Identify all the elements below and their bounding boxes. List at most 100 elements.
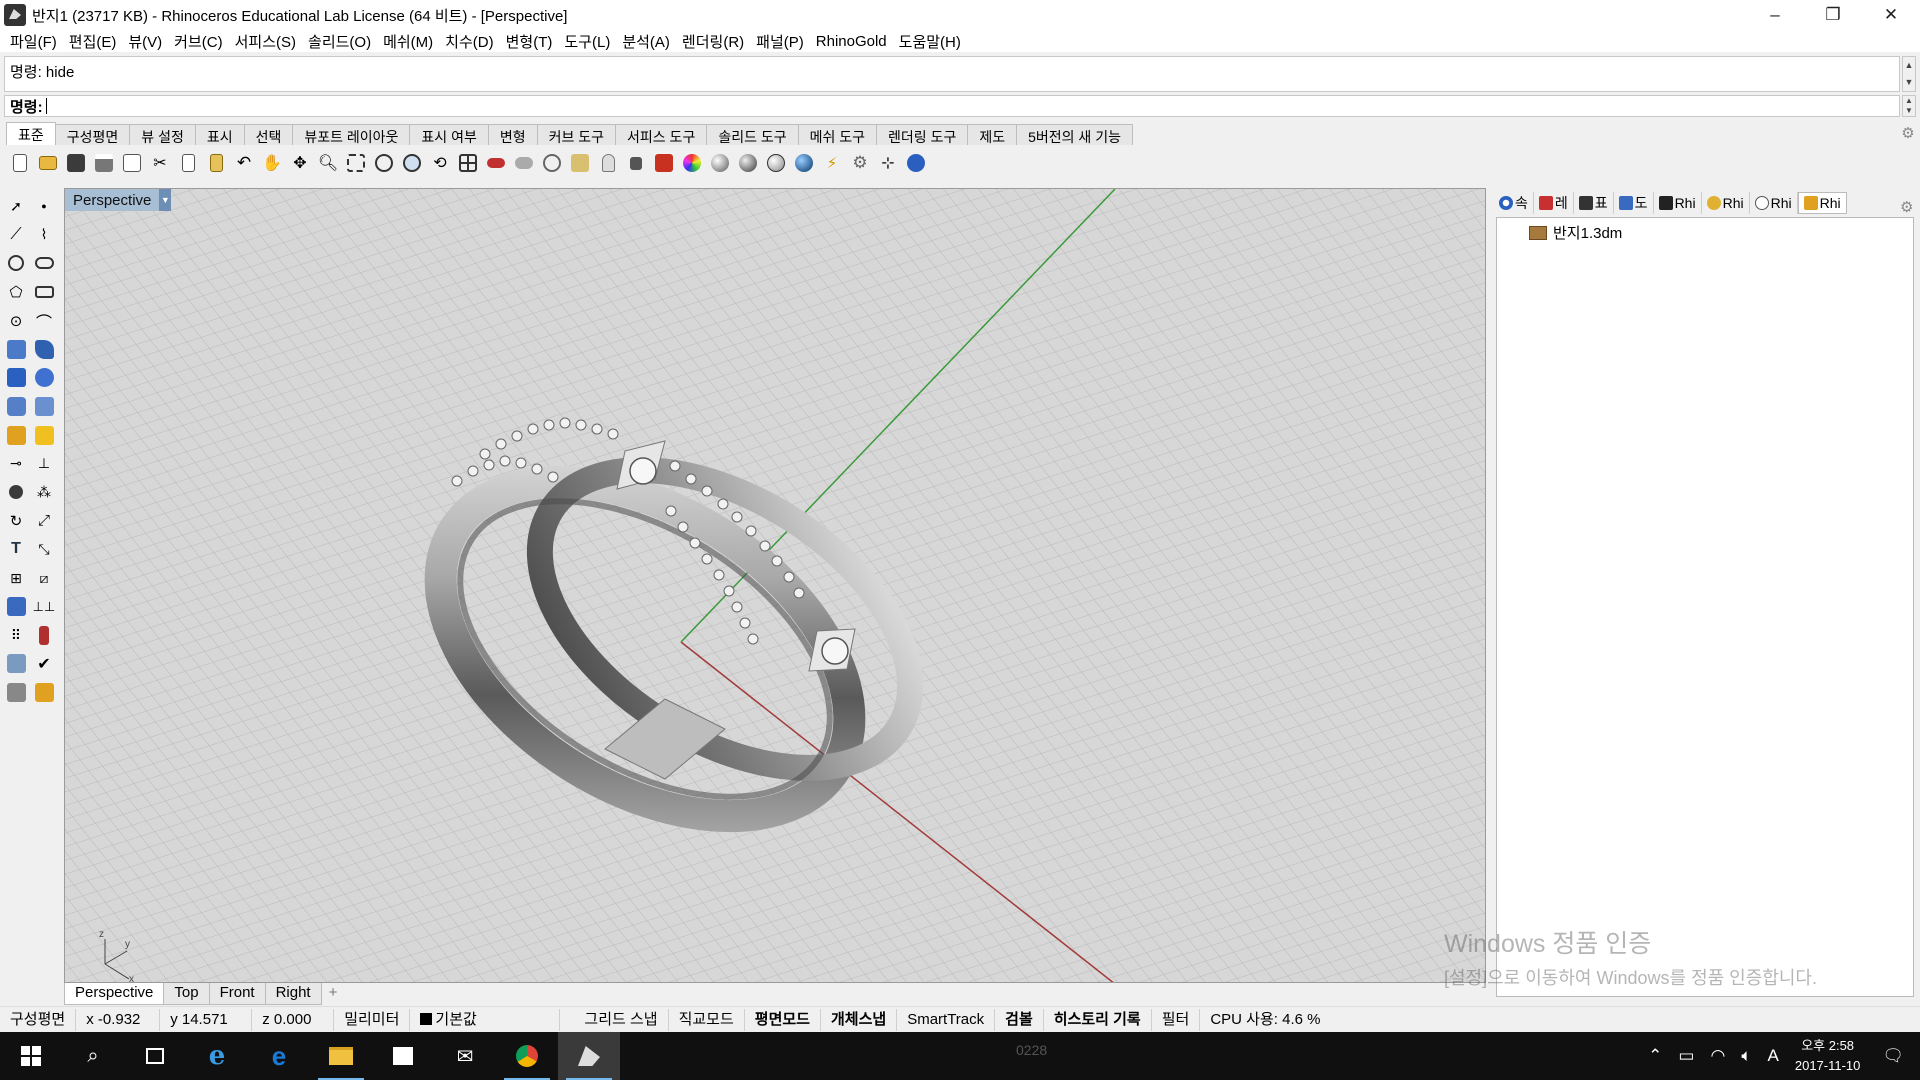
rendered-sphere-icon[interactable] xyxy=(734,150,762,176)
tab-drafting[interactable]: 제도 xyxy=(967,124,1018,145)
status-gumball[interactable]: 검볼 xyxy=(995,1008,1044,1031)
magic-wand-icon[interactable]: ⚡ xyxy=(818,150,846,176)
array-icon[interactable]: ⊞ xyxy=(2,565,30,591)
point-icon[interactable]: ● xyxy=(30,193,58,219)
menu-transform[interactable]: 변형(T) xyxy=(500,31,559,52)
volume-icon[interactable]: 🔈︎ xyxy=(1741,1046,1751,1066)
status-smarttrack[interactable]: SmartTrack xyxy=(897,1008,996,1031)
fillet-curve-icon[interactable]: ⌒ xyxy=(30,308,58,334)
status-history[interactable]: 히스토리 기록 xyxy=(1044,1008,1152,1031)
status-planar[interactable]: 평면모드 xyxy=(745,1008,821,1031)
tab-render-tools[interactable]: 렌더링 도구 xyxy=(876,124,969,145)
panel-tab-layers[interactable]: 레 xyxy=(1534,192,1574,214)
blue-sphere-icon[interactable] xyxy=(790,150,818,176)
status-filter[interactable]: 필터 xyxy=(1152,1008,1201,1031)
tab-select[interactable]: 선택 xyxy=(243,124,294,145)
rotate-icon[interactable]: ↻ xyxy=(2,508,30,534)
mesh-tools-icon[interactable] xyxy=(2,422,30,448)
save-icon[interactable] xyxy=(62,150,90,176)
tab-viewport-layout[interactable]: 뷰포트 레이아웃 xyxy=(292,124,411,145)
curve-edit-icon[interactable]: ⊙ xyxy=(2,308,30,334)
group-icon[interactable] xyxy=(2,479,30,505)
maximize-button[interactable]: ❐ xyxy=(1804,0,1862,30)
tab-solid-tools[interactable]: 솔리드 도구 xyxy=(706,124,799,145)
rectangle-icon[interactable] xyxy=(30,279,58,305)
render-icon[interactable] xyxy=(2,679,30,705)
menu-render[interactable]: 렌더링(R) xyxy=(676,31,750,52)
status-units[interactable]: 밀리미터 xyxy=(334,1008,411,1031)
zoom-extents-icon[interactable] xyxy=(370,150,398,176)
minimize-button[interactable]: – xyxy=(1746,0,1804,30)
panel-tab-rhinogold-3[interactable]: Rhi xyxy=(1750,192,1798,214)
input-method-indicator[interactable]: A xyxy=(1768,1046,1779,1066)
status-ortho[interactable]: 직교모드 xyxy=(669,1008,745,1031)
import-icon[interactable] xyxy=(118,150,146,176)
light-bulb-icon[interactable] xyxy=(594,150,622,176)
chrome-button[interactable] xyxy=(496,1032,558,1080)
viewport-menu-arrow-icon[interactable]: ▼ xyxy=(159,189,172,211)
four-viewports-icon[interactable] xyxy=(454,150,482,176)
tab-transform[interactable]: 변형 xyxy=(487,124,538,145)
command-input[interactable] xyxy=(45,98,47,114)
panel-tab-rhinogold-1[interactable]: Rhi xyxy=(1654,192,1702,214)
curve-cv-icon[interactable]: ⌇ xyxy=(30,222,58,248)
tab-curve-tools[interactable]: 커브 도구 xyxy=(536,124,617,145)
status-grid-snap[interactable]: 그리드 스냅 xyxy=(574,1008,669,1031)
scale-icon[interactable]: ⤢ xyxy=(30,508,58,534)
measure-icon[interactable]: ⊥⊥ xyxy=(30,594,58,620)
zoom-window-icon[interactable] xyxy=(342,150,370,176)
open-folder-icon[interactable] xyxy=(34,150,62,176)
gumball-icon[interactable] xyxy=(30,622,58,648)
cut-icon[interactable]: ✂ xyxy=(146,150,174,176)
print-icon[interactable] xyxy=(90,150,118,176)
pan-hand-icon[interactable]: ✋ xyxy=(258,150,286,176)
solid-box-icon[interactable] xyxy=(2,365,30,391)
task-view-button[interactable] xyxy=(124,1032,186,1080)
rotate-view-icon[interactable]: ✥ xyxy=(286,150,314,176)
surface-icon[interactable] xyxy=(2,336,30,362)
tab-surface-tools[interactable]: 서피스 도구 xyxy=(615,124,708,145)
boolean-icon[interactable] xyxy=(30,365,58,391)
osnap-icon[interactable] xyxy=(538,150,566,176)
show-hidden-icons-chevron-icon[interactable]: ⌃ xyxy=(1648,1046,1662,1066)
search-button[interactable]: ⌕ xyxy=(62,1032,124,1080)
render-material-icon[interactable] xyxy=(30,679,58,705)
rhino-taskbar-button[interactable] xyxy=(558,1032,620,1080)
status-osnap[interactable]: 개체스냅 xyxy=(821,1008,898,1031)
check-icon[interactable]: ✔ xyxy=(30,651,58,677)
panel-tab-rhinogold-2[interactable]: Rhi xyxy=(1702,192,1750,214)
shaded-sphere-icon[interactable] xyxy=(706,150,734,176)
viewport-tab-top[interactable]: Top xyxy=(163,983,210,1005)
taskbar-clock[interactable]: 오후 2:58 2017-11-10 xyxy=(1795,1036,1861,1076)
menu-panels[interactable]: 패널(P) xyxy=(750,31,810,52)
tab-set-view[interactable]: 뷰 설정 xyxy=(129,124,196,145)
new-file-icon[interactable] xyxy=(6,150,34,176)
help-icon[interactable] xyxy=(902,150,930,176)
tab-cplanes[interactable]: 구성평면 xyxy=(54,124,131,145)
viewport-tab-right[interactable]: Right xyxy=(264,983,322,1005)
command-line[interactable]: 명령: xyxy=(4,95,1900,117)
mail-button[interactable]: ✉ xyxy=(434,1032,496,1080)
ghosted-sphere-icon[interactable] xyxy=(762,150,790,176)
material-icon[interactable] xyxy=(650,150,678,176)
tab-mesh-tools[interactable]: 메쉬 도구 xyxy=(797,124,878,145)
status-layer[interactable]: 기본값 xyxy=(410,1008,561,1031)
viewport-tab-front[interactable]: Front xyxy=(208,983,266,1005)
explode-icon[interactable] xyxy=(30,422,58,448)
file-name[interactable]: 반지1.3dm xyxy=(1553,222,1622,243)
menu-dimension[interactable]: 치수(D) xyxy=(439,31,499,52)
hide-objects-icon[interactable] xyxy=(510,150,538,176)
viewport-scene[interactable]: z y x xyxy=(65,189,1486,983)
tab-new-in-v5[interactable]: 5버전의 새 기능 xyxy=(1016,124,1133,145)
options-gears-icon[interactable]: ⚙ xyxy=(846,150,874,176)
layer-icon[interactable] xyxy=(2,651,30,677)
viewport-name[interactable]: Perspective xyxy=(65,192,159,209)
rhino-app-icon[interactable] xyxy=(4,4,26,26)
store-button[interactable] xyxy=(372,1032,434,1080)
menu-surface[interactable]: 서피스(S) xyxy=(229,31,302,52)
panel-tab-help[interactable]: 도 xyxy=(1614,192,1654,214)
panel-tab-display[interactable]: 표 xyxy=(1574,192,1614,214)
grid-array-icon[interactable]: ⠿ xyxy=(2,622,30,648)
trim-icon[interactable]: ⊥ xyxy=(30,451,58,477)
menu-help[interactable]: 도움말(H) xyxy=(893,31,967,52)
